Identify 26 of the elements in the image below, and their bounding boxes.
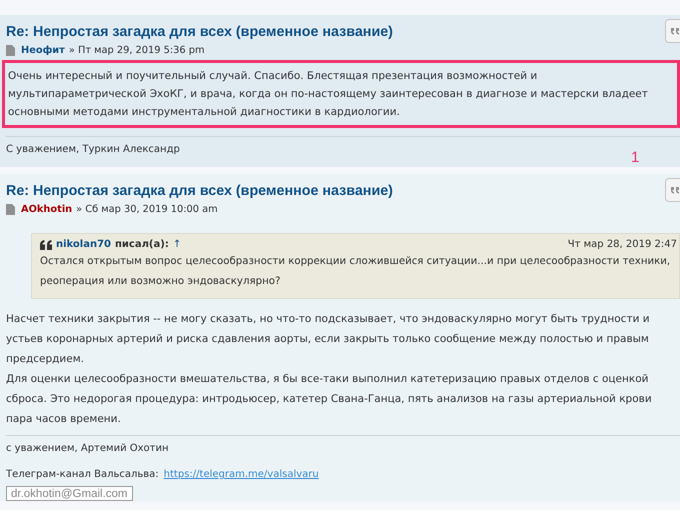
post-text: Очень интересный и поучительный случай. Спасибо. Блестящая презентация возможностей и мультипараметрической ЭхоКГ, и врача, когда он по-настоящему заинтересован в диагнозе и мастерски владеет основными методами инструментальной диагностики в кардиологии. — [2, 60, 680, 128]
signature-text: С уважением, Туркин Александр — [6, 144, 181, 155]
channel-label: Телеграм-канал Вальсальва: — [6, 469, 159, 480]
post-date: » Сб мар 30, 2019 10:00 am — [76, 204, 218, 215]
quote-text: Остался открытым вопрос целесообразности коррекции сложившейся ситуации...и при целесообразности техники, реоперация или возможно эндоваскулярно? — [40, 255, 672, 289]
quote-icon — [40, 240, 52, 250]
document-icon[interactable] — [6, 45, 15, 56]
quote-button[interactable] — [665, 19, 680, 43]
annotation-number: 1 — [631, 149, 640, 166]
quote-author-link[interactable]: nikolan70 — [56, 239, 112, 250]
quote-icon — [670, 26, 680, 36]
quote-date: Чт мар 28, 2019 2:47 — [568, 239, 678, 250]
document-icon[interactable] — [6, 204, 15, 215]
post-paragraph: Для оценки целесообразности вмешательства, я бы все-таки выполнил катетеризацию правых отделов с оценкой сброса. Это недорогая процедура: интродьюсер, катетер Свана-Ганца, пять анализов на газы артериальной крови пара часов времени. — [6, 372, 653, 427]
jump-to-post-link[interactable]: ↑ — [172, 239, 182, 250]
post-title[interactable]: Re: Непростая загадка для всех (временное название) — [6, 22, 393, 40]
quote-wrote-label: писал(а): — [115, 239, 169, 250]
author-link[interactable]: Неофит — [21, 45, 65, 56]
post-paragraph: Насчет техники закрытия -- не могу сказать, но что-то подсказывает, что эндоваскулярно могут быть трудности и устьев коронарных артерий и риска сдавления аорты, если закрыть только сообщение между полостью и правым предсердием. — [6, 312, 651, 367]
quote-button[interactable] — [665, 178, 680, 202]
quote-icon — [670, 185, 680, 195]
author-link[interactable]: AOkhotin — [21, 204, 72, 215]
email-badge: dr.okhotin@Gmail.com — [6, 486, 132, 501]
post-date: » Пт мар 29, 2019 5:36 pm — [68, 45, 204, 56]
signature-text: с уважением, Артемий Охотин — [6, 443, 170, 454]
post-title[interactable]: Re: Непростая загадка для всех (временное название) — [6, 181, 393, 199]
